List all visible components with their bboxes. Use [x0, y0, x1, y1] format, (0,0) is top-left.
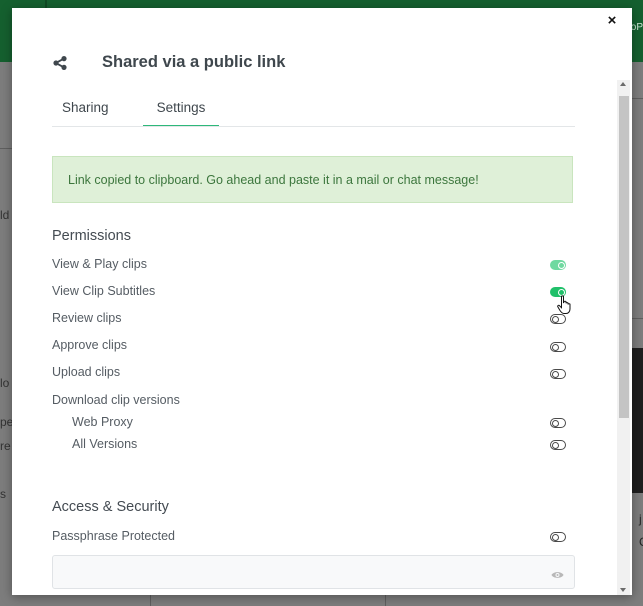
toggle-approve-clips[interactable]: [550, 342, 566, 352]
toggle-passphrase[interactable]: [550, 532, 566, 542]
modal-title: Shared via a public link: [102, 53, 286, 71]
toggle-review-clips[interactable]: [550, 314, 566, 324]
background-divider: [632, 318, 643, 319]
share-link-modal: × Shared via a public link Sharing Setti…: [12, 8, 632, 595]
passphrase-input[interactable]: [52, 555, 575, 589]
permission-sublabel: All Versions: [72, 437, 138, 451]
permission-label: Review clips: [52, 311, 122, 325]
permission-sublabel: Web Proxy: [72, 415, 133, 429]
passphrase-label: Passphrase Protected: [52, 529, 175, 543]
background-table-columns: [0, 595, 643, 606]
download-versions-label: Download clip versions: [52, 393, 180, 407]
modal-header: Shared via a public link: [52, 52, 285, 74]
scroll-up-icon[interactable]: [620, 82, 626, 86]
toggle-view-play-clips[interactable]: [550, 260, 566, 270]
background-edge-text: re: [0, 439, 11, 453]
background-edge-text: lo: [0, 376, 10, 390]
toggle-upload-clips[interactable]: [550, 369, 566, 379]
share-icon: [52, 55, 68, 71]
eye-icon[interactable]: [551, 567, 564, 578]
permission-label: View & Play clips: [52, 257, 147, 271]
permission-label: Upload clips: [52, 365, 121, 379]
tab-sharing[interactable]: Sharing: [62, 98, 109, 125]
background-topbar-edge-text: oP: [630, 22, 643, 33]
access-security-heading: Access & Security: [52, 499, 169, 515]
permission-label: View Clip Subtitles: [52, 284, 156, 298]
background-edge-text: ld: [0, 208, 10, 222]
modal-scrollbar[interactable]: [617, 80, 630, 595]
background-divider: [632, 98, 643, 99]
success-alert: Link copied to clipboard. Go ahead and p…: [52, 156, 573, 203]
background-edge-text: C: [639, 535, 643, 549]
toggle-all-versions[interactable]: [550, 440, 566, 450]
scrollbar-thumb[interactable]: [619, 96, 629, 418]
background-edge-text: s: [0, 487, 6, 501]
permissions-heading: Permissions: [52, 228, 131, 244]
background-divider: [0, 148, 12, 149]
scroll-down-icon[interactable]: [620, 588, 626, 592]
tab-settings[interactable]: Settings: [143, 98, 219, 126]
close-button[interactable]: ×: [604, 13, 620, 29]
hand-cursor-icon: [557, 295, 573, 315]
background-thumbnail: [632, 348, 643, 493]
modal-tabs: Sharing Settings: [52, 98, 575, 127]
permission-label: Approve clips: [52, 338, 128, 352]
toggle-web-proxy[interactable]: [550, 418, 566, 428]
background-edge-text: j: [639, 512, 642, 526]
